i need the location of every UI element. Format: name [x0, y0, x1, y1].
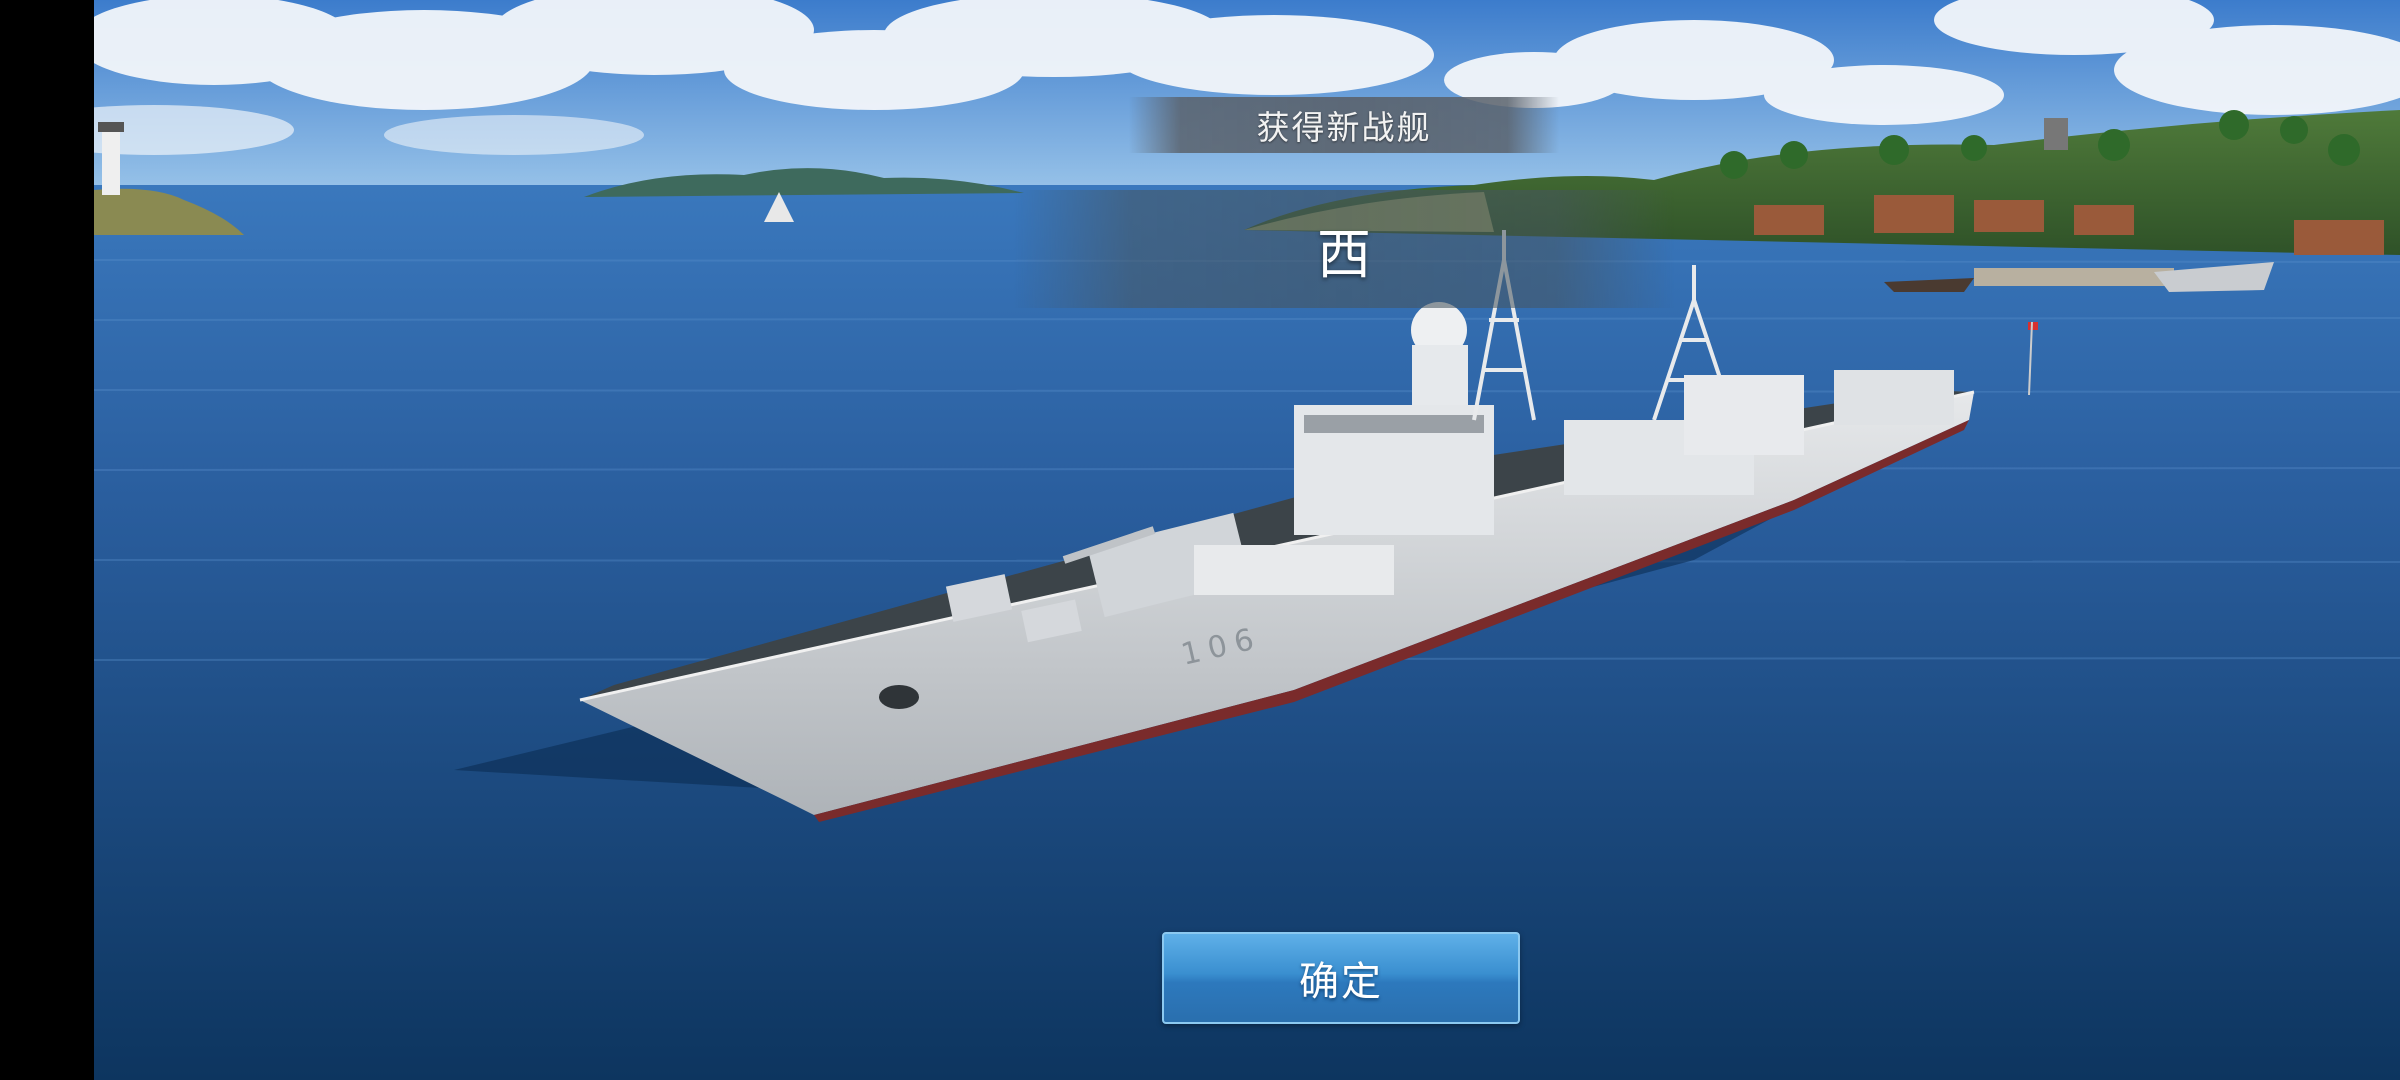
- game-screen: 106 获得新战舰 西 确定: [0, 0, 2400, 1080]
- aft-tower: [1684, 375, 1804, 455]
- anchor: [879, 685, 919, 709]
- lighthouse: [102, 130, 120, 195]
- harbor-scene: 106 获得新战舰 西 确定: [94, 0, 2400, 1080]
- ship-name: 西: [1317, 222, 1371, 286]
- confirm-button[interactable]: 确定: [1162, 932, 1520, 1024]
- pier: [1974, 268, 2174, 286]
- ship-name-panel: 西: [1014, 190, 1674, 308]
- reward-title-banner: 获得新战舰: [1129, 97, 1559, 153]
- left-black-bar: [0, 0, 94, 1080]
- mid-deckhouse: [1194, 545, 1394, 595]
- flag: [2028, 322, 2038, 330]
- reward-title: 获得新战舰: [1256, 108, 1432, 147]
- confirm-label: 确定: [1299, 959, 1383, 1005]
- water-tower: [2044, 118, 2068, 150]
- stern-deckhouse: [1834, 370, 1954, 425]
